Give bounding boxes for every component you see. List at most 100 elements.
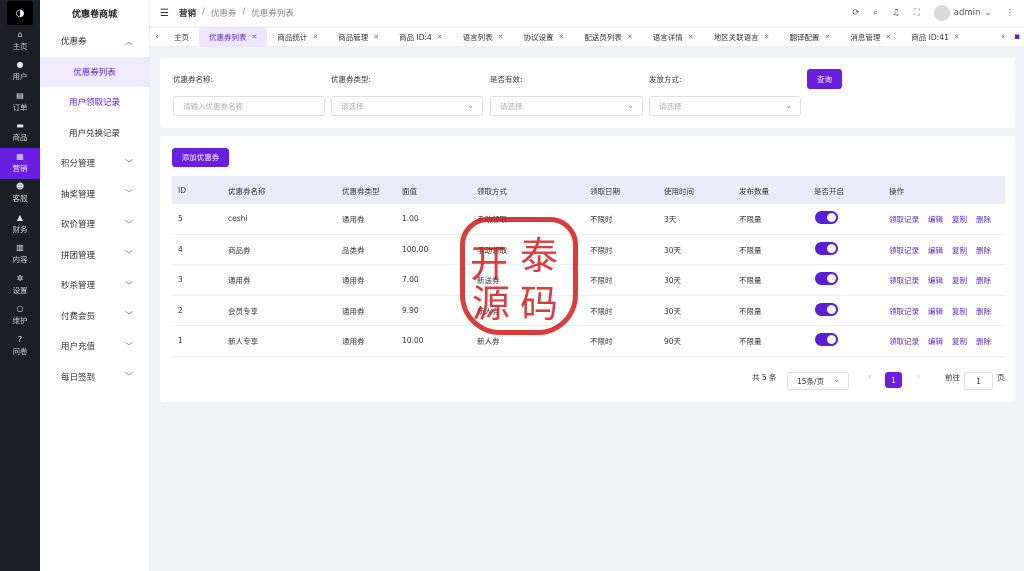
tab-item[interactable]: 优惠券列表 ✕ <box>199 27 268 47</box>
prev-page-icon[interactable]: ‹ <box>868 372 871 381</box>
close-icon[interactable]: ✕ <box>627 33 633 41</box>
action-link[interactable]: 删除 <box>976 306 991 317</box>
tab-item[interactable]: 商品 ID:41 ✕ <box>901 27 969 47</box>
enabled-toggle[interactable] <box>815 241 838 255</box>
breadcrumb-item[interactable]: 优惠券 <box>211 7 237 19</box>
close-icon[interactable]: ✕ <box>312 33 318 41</box>
rail-item-6[interactable]: ▲ 财务 <box>0 209 40 240</box>
action-link[interactable]: 编辑 <box>928 306 943 317</box>
rail-item-0[interactable]: ⌂ 主页 <box>0 26 40 57</box>
sidebar-group-2[interactable]: 抽奖管理 ﹀ <box>40 179 149 210</box>
rail-item-10[interactable]: ? 问卷 <box>0 331 40 362</box>
action-link[interactable]: 领取记录 <box>889 214 919 225</box>
tab-item[interactable]: 商品 ID:4 ✕ <box>389 27 453 47</box>
search-icon[interactable]: ⌕ <box>873 8 878 18</box>
tab-item[interactable]: 主页 <box>164 27 199 47</box>
rail-item-5[interactable]: ☻ 客服 <box>0 179 40 210</box>
tab-item[interactable]: 协议设置 ✕ <box>514 27 575 47</box>
enabled-toggle[interactable] <box>815 211 838 224</box>
action-link[interactable]: 领取记录 <box>889 275 919 286</box>
tab-item[interactable]: 商品管理 ✕ <box>328 27 389 47</box>
action-link[interactable]: 删除 <box>976 336 991 347</box>
issue-select[interactable]: 请选择 ⌄ <box>649 96 801 116</box>
sidebar-item-receive-records[interactable]: 用户领取记录 <box>40 87 149 118</box>
action-link[interactable]: 编辑 <box>928 275 943 286</box>
enabled-toggle[interactable] <box>815 272 838 285</box>
tab-item[interactable]: 语言列表 ✕ <box>453 27 514 47</box>
issue-label: 发放方式: <box>649 75 682 84</box>
breadcrumb-item[interactable]: 营销 <box>179 7 196 19</box>
rail-item-3[interactable]: ▬ 商品 <box>0 118 40 149</box>
tab-item[interactable]: 地区关联语言 ✕ <box>704 27 780 47</box>
tab-grid-icon[interactable]: ▪ <box>1010 32 1024 42</box>
sidebar-group-1[interactable]: 积分管理 ﹀ <box>40 148 149 179</box>
sidebar-group-5[interactable]: 秒杀管理 ﹀ <box>40 270 149 301</box>
goto-input[interactable]: 1 <box>964 372 993 390</box>
rail-item-2[interactable]: ▤ 订单 <box>0 87 40 118</box>
page-size-select[interactable]: 15条/页 ⌄ <box>787 372 849 390</box>
settings-grid-icon[interactable]: ⋮ <box>1006 8 1015 18</box>
fullscreen-icon[interactable]: ⛶ <box>914 8 920 18</box>
page-1-button[interactable]: 1 <box>885 372 902 388</box>
action-link[interactable]: 编辑 <box>928 245 943 256</box>
close-icon[interactable]: ✕ <box>688 33 694 41</box>
action-link[interactable]: 领取记录 <box>889 336 919 347</box>
action-link[interactable]: 领取记录 <box>889 245 919 256</box>
action-link[interactable]: 删除 <box>976 245 991 256</box>
valid-label: 是否有效: <box>490 75 523 84</box>
tab-item[interactable]: 消息管理 ✕ <box>840 27 901 47</box>
rail-item-9[interactable]: ○ 维护 <box>0 301 40 332</box>
sidebar-item-exchange-records[interactable]: 用户兑换记录 <box>40 118 149 149</box>
action-link[interactable]: 复制 <box>952 306 967 317</box>
close-icon[interactable]: ✕ <box>498 33 504 41</box>
action-link[interactable]: 编辑 <box>928 336 943 347</box>
tab-scroll-right-icon[interactable]: › <box>996 32 1010 42</box>
tab-item[interactable]: 配送员列表 ✕ <box>574 27 642 47</box>
rail-item-label: 商品 <box>12 133 28 143</box>
close-icon[interactable]: ✕ <box>252 33 258 41</box>
rail-item-1[interactable]: ● 用户 <box>0 57 40 88</box>
chevron-up-icon: ︿ <box>125 36 133 46</box>
close-icon[interactable]: ✕ <box>954 33 960 41</box>
sidebar-group-6[interactable]: 付费会员 ﹀ <box>40 301 149 332</box>
coupon-type-select[interactable]: 请选择 ⌄ <box>331 96 483 116</box>
bell-icon[interactable]: ♫ <box>892 8 900 18</box>
action-link[interactable]: 复制 <box>952 336 967 347</box>
user-menu[interactable]: admin ⌄ <box>933 5 992 21</box>
valid-select[interactable]: 请选择 ⌄ <box>490 96 643 116</box>
tab-item[interactable]: 翻译配置 ✕ <box>780 27 841 47</box>
sidebar-group-4[interactable]: 拼团管理 ﹀ <box>40 240 149 271</box>
sidebar-group-coupon[interactable]: 优惠券 ︿ <box>40 26 149 57</box>
rail-item-4[interactable]: ▦ 营销 <box>0 148 40 179</box>
sidebar-item-coupon-list[interactable]: 优惠券列表 <box>40 56 149 87</box>
next-page-icon[interactable]: › <box>917 372 920 381</box>
coupon-name-input[interactable]: 请输入优惠券名称 <box>173 96 325 116</box>
close-icon[interactable]: ✕ <box>373 33 379 41</box>
enabled-toggle[interactable] <box>815 302 838 316</box>
menu-toggle-icon[interactable]: ☰ <box>160 8 169 19</box>
rail-item-7[interactable]: ▥ 内容 <box>0 240 40 271</box>
add-coupon-button[interactable]: 添加优惠券 <box>172 148 229 167</box>
query-button[interactable]: 查询 <box>807 69 842 89</box>
action-link[interactable]: 删除 <box>976 275 991 286</box>
action-link[interactable]: 复制 <box>952 245 967 256</box>
rail-item-8[interactable]: ✲ 设置 <box>0 270 40 301</box>
enabled-toggle[interactable] <box>815 333 838 346</box>
tab-item[interactable]: 商品统计 ✕ <box>267 27 328 47</box>
close-icon[interactable]: ✕ <box>885 33 891 41</box>
close-icon[interactable]: ✕ <box>825 33 831 41</box>
action-link[interactable]: 删除 <box>976 214 991 225</box>
sidebar-group-3[interactable]: 砍价管理 ﹀ <box>40 209 149 240</box>
action-link[interactable]: 复制 <box>952 214 967 225</box>
tab-item[interactable]: 语言详情 ✕ <box>643 27 704 47</box>
sidebar-group-8[interactable]: 每日签到 ﹀ <box>40 362 149 393</box>
action-link[interactable]: 领取记录 <box>889 306 919 317</box>
close-icon[interactable]: ✕ <box>437 33 443 41</box>
sidebar-group-7[interactable]: 用户充值 ﹀ <box>40 331 149 362</box>
refresh-icon[interactable]: ⟳ <box>852 8 859 18</box>
close-icon[interactable]: ✕ <box>764 33 770 41</box>
close-icon[interactable]: ✕ <box>559 33 565 41</box>
action-link[interactable]: 编辑 <box>928 214 943 225</box>
tab-scroll-left-icon[interactable]: ‹ <box>150 32 164 42</box>
action-link[interactable]: 复制 <box>952 275 967 286</box>
